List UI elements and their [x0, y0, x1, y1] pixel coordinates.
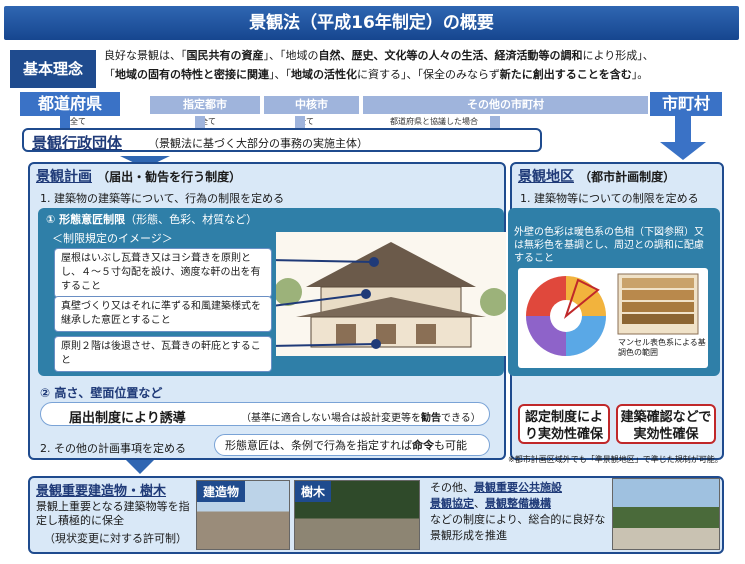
juyo-kenzobutsu-text: 景観上重要となる建築物等を指定し積極的に保全	[36, 500, 190, 527]
tag-jumoku: 樹木	[295, 481, 332, 502]
other-systems-text: その他、景観重要公共施設 景観協定、景観整備機構 などの制度により、総合的に良好…	[430, 481, 606, 542]
keikan-chiku-title: 景観地区	[518, 169, 574, 185]
todoke-sub: （基準に適合しない場合は設計変更等を勧告できる）	[241, 413, 481, 424]
down-arrow	[126, 460, 154, 474]
keikan-chiku-sub: （都市計画制度）	[579, 170, 676, 184]
page-title: 景観法（平成16年制定）の概要	[4, 6, 739, 40]
chiku-footnote: ※都市計画区域外でも「準景観地区」で準じた規制が可能。	[508, 455, 723, 464]
koukyo-shisetsu-photo	[612, 478, 720, 550]
juyo-kenzobutsu-note: （現状変更に対する許可制）	[44, 532, 187, 545]
note-kaidan: 原則２階は後退させ、瓦葺きの軒庇とすること	[54, 336, 272, 372]
keikaku-item1: 1. 建築物の建築等について、行為の制限を定める	[40, 192, 285, 205]
note-makabe: 真壁づくり又はそれに準ずる和風建築様式を継承した意匠とすること	[54, 296, 272, 332]
keikan-keikaku-title: 景観計画	[36, 169, 92, 185]
tag-kenzobutsu: 建造物	[197, 481, 246, 502]
jumoku-photo: 樹木	[294, 480, 420, 550]
image-caption: ＜制限規定のイメージ＞	[52, 232, 173, 245]
kihon-rinen-text: 良好な景観は、「国民共有の資産」、「地域の自然、歴史、文化等の人々の生活、経済活…	[104, 49, 654, 81]
house-illustration	[276, 232, 506, 356]
nintei-seido-box: 認定制度により実効性確保	[518, 404, 610, 444]
gyosei-dantai-title: 景観行政団体	[32, 134, 123, 152]
keikaku-sub2: ② 高さ、壁面位置など	[40, 386, 163, 400]
kenzobutsu-photo: 建造物	[196, 480, 290, 550]
keitai-isho-header: ① 形態意匠制限（形態、色彩、材質など）	[46, 213, 258, 226]
munsell-caption: マンセル表色系による基調色の範囲	[618, 338, 706, 357]
kihon-rinen-label: 基本理念	[10, 50, 96, 88]
keikan-keikaku-sub: （届出・勧告を行う制度）	[97, 170, 242, 184]
note-yane: 屋根はいぶし瓦葺き又はヨシ葺きを原則とし、４～５寸勾配を設け、適度な軒の出を有す…	[54, 248, 272, 298]
color-note-text: 外壁の色彩は暖色系の色相（下図参照）又は無彩色を基調とし、周辺との調和に配慮する…	[514, 227, 704, 264]
keikan-keikaku-header: 景観計画 （届出・勧告を行う制度）	[36, 166, 241, 186]
gyosei-dantai-sub: （景観法に基づく大部分の事務の実施主体）	[148, 137, 368, 150]
chiku-item1: 1. 建築物等についての制限を定める	[520, 192, 699, 205]
keikaku-item2: 2. その他の計画事項を定める	[40, 442, 186, 455]
todoke-pill: 届出制度により誘導 （基準に適合しない場合は設計変更等を勧告できる）	[40, 402, 490, 426]
meirei-pill: 形態意匠は、条例で行為を指定すれば命令も可能	[214, 434, 490, 456]
keikan-chiku-header: 景観地区 （都市計画制度）	[518, 166, 675, 186]
todoke-title: 届出制度により誘導	[69, 411, 186, 426]
kakunin-box: 建築確認などで実効性確保	[616, 404, 716, 444]
gyosei-dantai-box: 景観行政団体 （景観法に基づく大部分の事務の実施主体）	[22, 128, 542, 152]
juyo-kenzobutsu-title: 景観重要建造物・樹木	[36, 484, 167, 499]
